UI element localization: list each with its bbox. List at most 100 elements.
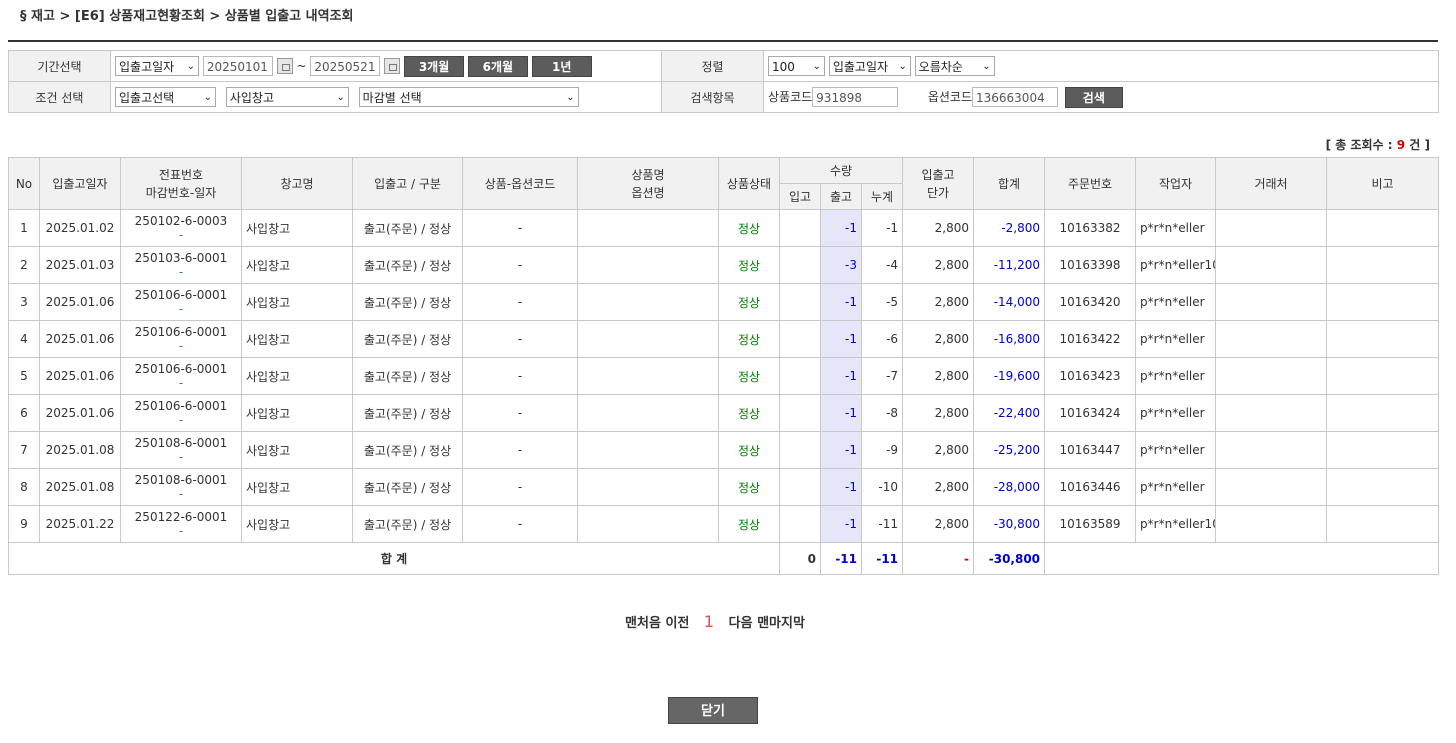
inout-select[interactable]: 입출고선택 ⌄ [115,87,216,107]
table-row: 4 2025.01.06 250106-6-0001- 사입창고 출고(주문) / 정상… [8,320,1440,358]
cell-total: -30,800 [973,505,1046,543]
search-items-label: 검색항목 [661,81,764,113]
cell-inout: 출고(주문) / 정상 [352,283,463,321]
btn-6-months[interactable]: 6개월 [467,55,528,77]
cell-name [577,357,719,395]
page-first-link[interactable]: 맨처음 [625,616,661,631]
sort-order-select[interactable]: 오름차순 ⌄ [914,56,995,76]
slip-number[interactable]: 250108-6-0001 [125,436,237,450]
cell-out: -1 [820,209,862,247]
date-from-input[interactable]: 20250101 [202,56,273,76]
cell-date: 2025.01.22 [39,505,121,543]
page-prev-link[interactable]: 이전 [665,616,689,631]
th-qty-out: 출고 [820,183,862,210]
cell-no: 4 [8,320,40,358]
cell-no: 7 [8,431,40,469]
search-button[interactable]: 검색 [1064,86,1123,108]
page-last-link[interactable]: 맨마지막 [757,616,805,631]
date-type-select[interactable]: 입출고일자 ⌄ [115,56,199,76]
cell-date: 2025.01.08 [39,468,121,506]
table-row: 3 2025.01.06 250106-6-0001- 사입창고 출고(주문) / 정상… [8,283,1440,321]
cell-warehouse: 사입창고 [241,468,353,506]
count-prefix: [ 총 조회수 : [1325,138,1393,152]
sort-field-select[interactable]: 입출고일자 ⌄ [828,56,911,76]
cell-name [577,209,719,247]
option-code-input[interactable]: 136663004 [972,87,1058,107]
th-code: 상품-옵션코드 [462,157,578,210]
warehouse-select[interactable]: 사입창고 ⌄ [225,87,349,107]
slip-number[interactable]: 250106-6-0001 [125,288,237,302]
cell-note [1326,357,1440,395]
th-note: 비고 [1326,157,1440,210]
cell-total: -11,200 [973,246,1046,284]
breadcrumb: § 재고 > [E6] 상품재고현황조회 > 상품별 입출고 내역조회 [20,9,354,24]
table-row: 6 2025.01.06 250106-6-0001- 사입창고 출고(주문) / 정상… [8,394,1440,432]
cell-worker: p*r*n*eller [1135,431,1217,469]
date-to-input[interactable]: 20250521 [310,56,381,76]
table-row: 9 2025.01.22 250122-6-0001- 사입창고 출고(주문) / 정상… [8,505,1440,543]
cell-status: 정상 [718,320,780,358]
product-code-input[interactable]: 931898 [812,87,899,107]
closing-number: - [178,487,184,501]
cell-vendor [1215,357,1328,395]
cell-slip: 250106-6-0001- [120,357,242,395]
calendar-to-icon[interactable] [384,58,401,74]
sort-count-select[interactable]: 100 ⌄ [768,56,825,76]
th-qty-cum: 누계 [860,183,904,210]
table-row: 5 2025.01.06 250106-6-0001- 사입창고 출고(주문) / 정상… [8,357,1440,395]
th-qty-in: 입고 [779,183,821,210]
cell-price: 2,800 [902,394,975,432]
closing-select[interactable]: 마감별 선택 ⌄ [358,87,579,107]
cell-cum: -6 [860,320,904,358]
option-code-label: 옵션코드 [927,89,972,104]
cell-in [779,505,821,543]
cell-code: - [462,209,578,247]
calendar-from-icon[interactable] [276,58,293,74]
cell-order: 10163398 [1044,246,1137,284]
cell-price: 2,800 [902,320,975,358]
sum-price: - [902,542,975,575]
cell-date: 2025.01.06 [39,320,121,358]
cell-price: 2,800 [902,468,975,506]
cell-inout: 출고(주문) / 정상 [352,431,463,469]
cell-inout: 출고(주문) / 정상 [352,246,463,284]
cell-cum: -5 [860,283,904,321]
cell-price: 2,800 [902,431,975,469]
slip-number[interactable]: 250108-6-0001 [125,473,237,487]
slip-number[interactable]: 250106-6-0001 [125,362,237,376]
cell-code: - [462,394,578,432]
cell-in [779,246,821,284]
cell-name [577,246,719,284]
cell-worker: p*r*n*eller [1135,283,1217,321]
page-current[interactable]: 1 [704,612,714,631]
cell-date: 2025.01.03 [39,246,121,284]
page-next-link[interactable]: 다음 [729,616,753,631]
cell-cum: -8 [860,394,904,432]
cell-in [779,394,821,432]
cell-name [577,505,719,543]
header-divider [8,40,1438,42]
slip-number[interactable]: 250106-6-0001 [125,399,237,413]
btn-3-months[interactable]: 3개월 [404,55,465,77]
cell-no: 6 [8,394,40,432]
cell-slip: 250106-6-0001- [120,283,242,321]
history-table: No 입출고일자 전표번호 마감번호-일자 창고명 입출고 / 구분 상품-옵션코… [8,157,1440,575]
cell-order: 10163446 [1044,468,1137,506]
table-row: 1 2025.01.02 250102-6-0003- 사입창고 출고(주문) / 정상… [8,209,1440,247]
count-value: 9 [1396,138,1406,152]
cell-in [779,357,821,395]
close-button[interactable]: 닫기 [668,697,758,724]
cell-inout: 출고(주문) / 정상 [352,468,463,506]
cell-in [779,209,821,247]
btn-1-year[interactable]: 1년 [531,55,592,77]
cell-date: 2025.01.06 [39,394,121,432]
slip-number[interactable]: 250102-6-0003 [125,214,237,228]
slip-number[interactable]: 250122-6-0001 [125,510,237,524]
slip-number[interactable]: 250106-6-0001 [125,325,237,339]
cell-no: 8 [8,468,40,506]
cell-warehouse: 사입창고 [241,246,353,284]
th-price: 입출고 단가 [902,157,975,210]
slip-number[interactable]: 250103-6-0001 [125,251,237,265]
cell-name [577,283,719,321]
th-no: No [8,157,40,210]
